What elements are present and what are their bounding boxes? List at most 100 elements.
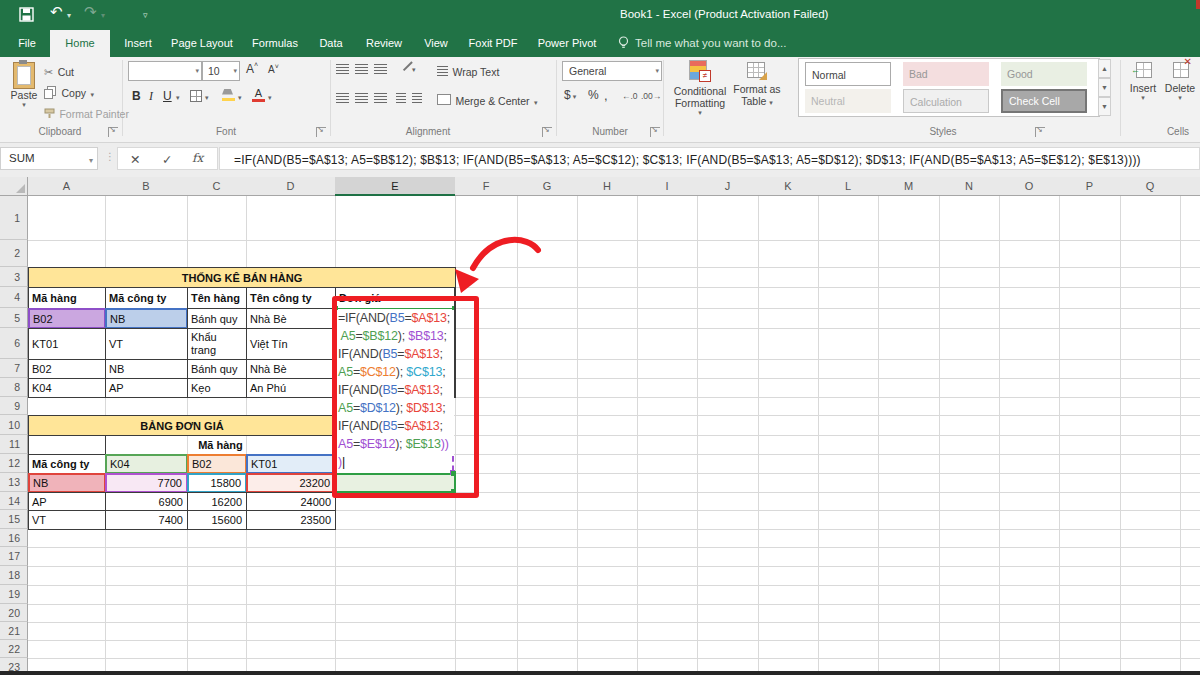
gallery-more-icon[interactable]: ▼ [1098, 97, 1111, 116]
enter-icon[interactable]: ✓ [162, 152, 172, 167]
align-right-icon[interactable] [374, 93, 387, 103]
col-header-P[interactable]: P [1059, 177, 1121, 196]
cell-B11[interactable]: Mã hàng [105, 435, 336, 455]
select-all-corner[interactable] [0, 177, 28, 196]
cancel-icon[interactable]: ✕ [130, 152, 140, 167]
col-header-B[interactable]: B [105, 177, 188, 196]
cell-C7[interactable]: Bánh quy [187, 359, 247, 379]
gallery-up-icon[interactable]: ▲ [1098, 59, 1111, 78]
tab-home[interactable]: Home [50, 30, 110, 57]
currency-button[interactable]: $▾ [564, 88, 576, 102]
col-header-I[interactable]: I [637, 177, 698, 196]
tab-page-layout[interactable]: Page Layout [163, 30, 241, 57]
align-bottom-icon[interactable] [374, 64, 387, 74]
tab-foxit-pdf[interactable]: Foxit PDF [460, 30, 526, 57]
cell-A14[interactable]: AP [28, 492, 106, 511]
cut-button[interactable]: ✂ Cut [44, 62, 74, 80]
row-header-16[interactable]: 16 [0, 529, 28, 547]
fill-color-button[interactable] [222, 89, 235, 101]
comma-button[interactable]: , [604, 88, 608, 103]
col-header-N[interactable]: N [939, 177, 1000, 196]
font-color-button[interactable]: A [252, 87, 265, 102]
qat-customize-icon[interactable]: ▿ [143, 10, 148, 20]
cell-B15[interactable]: 7400 [105, 510, 188, 530]
style-chip-bad[interactable]: Bad [903, 62, 989, 86]
col-header-J[interactable]: J [697, 177, 759, 196]
formula-input[interactable]: =IF(AND(B5=$A$13; A5=$B$12); $B$13; IF(A… [219, 147, 1200, 170]
cell-A11[interactable] [28, 435, 106, 455]
decrease-decimal-icon[interactable]: .00→ [641, 91, 661, 101]
font-name-combo[interactable]: ▾ [128, 61, 202, 81]
col-header-A[interactable]: A [28, 177, 106, 196]
cell-A15[interactable]: VT [28, 510, 106, 530]
paste-button[interactable]: Paste ▾ [6, 60, 42, 124]
row-header-11[interactable]: 11 [0, 435, 28, 454]
tab-insert[interactable]: Insert [113, 30, 163, 57]
align-middle-icon[interactable] [355, 64, 368, 74]
cell-D6[interactable]: Việt Tín [246, 328, 336, 360]
cell-D12[interactable]: KT01 [246, 454, 336, 474]
col-header-E[interactable]: E [335, 177, 456, 196]
cell-B7[interactable]: NB [105, 359, 188, 379]
merge-center-button[interactable]: Merge & Center ▾ [437, 91, 538, 109]
cell-D7[interactable]: Nhà Bè [246, 359, 336, 379]
tab-file[interactable]: File [8, 30, 46, 57]
grow-font-button[interactable]: A˄ [246, 61, 258, 76]
cell-A10[interactable]: BẢNG ĐƠN GIÁ [28, 415, 336, 436]
cell-A6[interactable]: KT01 [28, 328, 106, 360]
col-header-Q[interactable]: Q [1120, 177, 1181, 196]
align-center-icon[interactable] [355, 93, 368, 103]
cell-A7[interactable]: B02 [28, 359, 106, 379]
conditional-formatting-button[interactable]: ≠ Conditional Formatting ▾ [672, 60, 728, 117]
row-header-8[interactable]: 8 [0, 378, 28, 397]
cell-C8[interactable]: Kẹo [187, 378, 247, 398]
cell-A12[interactable]: Mã công ty [28, 454, 106, 474]
cell-C15[interactable]: 15600 [187, 510, 247, 530]
cell-A5[interactable]: B02 [28, 308, 106, 329]
cell-B5[interactable]: NB [105, 308, 188, 329]
cell-A8[interactable]: K04 [28, 378, 106, 398]
wrap-text-button[interactable]: Wrap Text [437, 62, 499, 80]
col-header-F[interactable]: F [455, 177, 518, 196]
formula-bar-splitter[interactable]: ⋮ [105, 151, 115, 162]
row-header-14[interactable]: 14 [0, 492, 28, 510]
borders-icon[interactable] [190, 90, 202, 102]
shrink-font-button[interactable]: A˅ [268, 63, 279, 75]
bold-button[interactable]: B [132, 89, 141, 103]
cell-C4[interactable]: Tên hàng [187, 287, 247, 309]
cell-B14[interactable]: 6900 [105, 492, 188, 511]
undo-caret-icon[interactable]: ▾ [67, 11, 71, 20]
row-header-5[interactable]: 5 [0, 308, 28, 328]
insert-button[interactable]: ← Insert ▾ [1126, 60, 1160, 102]
format-painter-button[interactable]: Format Painter [44, 104, 129, 122]
cell-C5[interactable]: Bánh quy [187, 308, 247, 329]
clipboard-dialog-launcher[interactable] [108, 127, 118, 137]
increase-indent-icon[interactable] [412, 93, 422, 103]
cell-D13[interactable]: 23200 [246, 473, 336, 493]
tab-formulas[interactable]: Formulas [244, 30, 306, 57]
format-as-table-button[interactable]: Format as Table ▾ [732, 60, 782, 107]
cell-D5[interactable]: Nhà Bè [246, 308, 336, 329]
row-header-9[interactable]: 9 [0, 397, 28, 415]
cell-D4[interactable]: Tên công ty [246, 287, 336, 309]
col-header-G[interactable]: G [517, 177, 578, 196]
redo-icon[interactable]: ↷ [84, 5, 97, 19]
font-color-caret-icon[interactable]: ▾ [268, 94, 272, 102]
percent-button[interactable]: % [588, 88, 599, 102]
cell-D14[interactable]: 24000 [246, 492, 336, 511]
styles-dialog-launcher[interactable] [1035, 127, 1045, 137]
row-header-12[interactable]: 12 [0, 454, 28, 473]
alignment-dialog-launcher[interactable] [542, 127, 552, 137]
tab-view[interactable]: View [416, 30, 456, 57]
style-chip-check-cell[interactable]: Check Cell [1001, 89, 1087, 113]
orientation-icon[interactable] [396, 61, 410, 75]
align-top-icon[interactable] [336, 64, 349, 74]
row-header-2[interactable]: 2 [0, 240, 28, 267]
col-header-M[interactable]: M [878, 177, 940, 196]
borders-caret-icon[interactable]: ▾ [205, 94, 209, 102]
gallery-down-icon[interactable]: ▼ [1098, 78, 1111, 97]
underline-button[interactable]: U [163, 89, 172, 103]
undo-icon[interactable]: ↶ [50, 5, 63, 19]
col-header-C[interactable]: C [187, 177, 247, 196]
cell-C14[interactable]: 16200 [187, 492, 247, 511]
